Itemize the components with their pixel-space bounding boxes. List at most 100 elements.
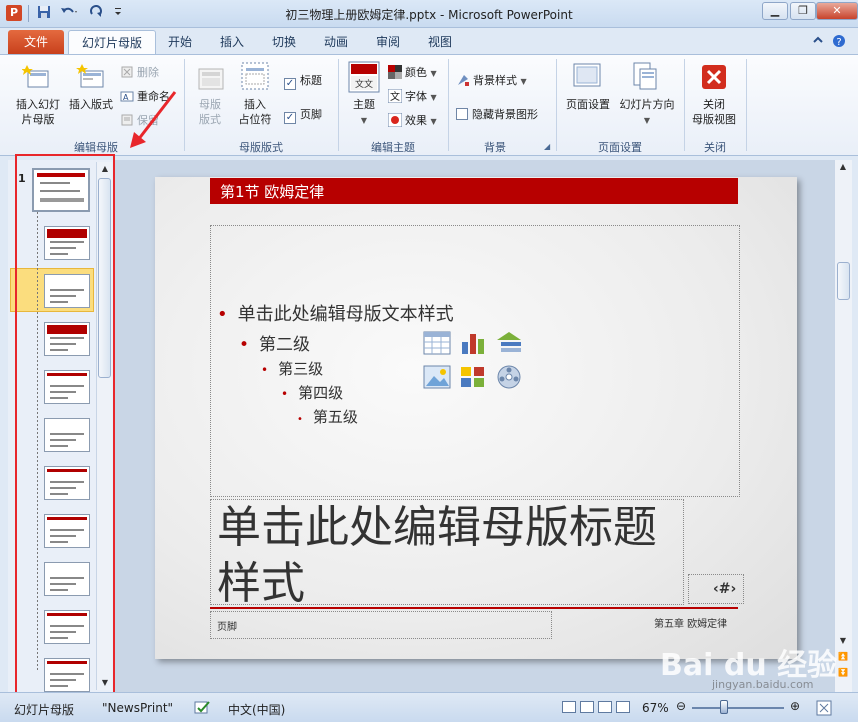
title-check-icon: ✓ xyxy=(284,78,296,90)
background-styles-label: 背景样式 xyxy=(473,74,517,87)
minimize-icon[interactable]: ▁ xyxy=(762,2,788,20)
picture-icon[interactable] xyxy=(423,364,451,390)
tab-insert[interactable]: 插入 xyxy=(212,30,252,54)
watermark-url: jingyan.baidu.com xyxy=(712,678,814,691)
ribbon-tab-bar: 文件 幻灯片母版 开始 插入 切换 动画 审阅 视图 ? xyxy=(0,28,858,54)
master-layout-button[interactable]: 母版 版式 xyxy=(190,97,230,127)
delete-button[interactable]: 删除 xyxy=(120,65,159,80)
close-icon[interactable]: ✕ xyxy=(816,2,858,20)
colors-icon xyxy=(388,65,402,79)
bullet-text-1: 单击此处编辑母版文本样式 xyxy=(237,304,454,325)
spell-check-icon[interactable] xyxy=(194,700,212,716)
group-separator xyxy=(684,59,685,151)
slide-master-canvas[interactable]: 第1节 欧姆定律 • 单击此处编辑母版文本样式 • 第二级 • 第三级 • 第四级 • 第… xyxy=(155,177,797,659)
tab-animations[interactable]: 动画 xyxy=(316,30,356,54)
minimize-ribbon-icon[interactable] xyxy=(812,34,824,49)
status-language[interactable]: 中文(中国) xyxy=(228,701,285,718)
tab-home[interactable]: 开始 xyxy=(160,30,200,54)
slide-show-view-icon[interactable] xyxy=(616,701,630,713)
window-title: 初三物理上册欧姆定律.pptx - Microsoft PowerPoint xyxy=(285,8,573,22)
page-setup-icon xyxy=(572,61,602,91)
bullet-level-5: • 第五级 xyxy=(297,408,358,426)
hide-bg-graphics-label: 隐藏背景图形 xyxy=(472,108,538,121)
background-styles-button[interactable]: 背景样式 ▼ xyxy=(456,73,527,89)
fit-to-window-icon[interactable] xyxy=(816,700,832,716)
svg-text:文: 文 xyxy=(390,90,400,103)
bullet-level-2: • 第二级 xyxy=(239,335,311,355)
group-label-background: 背景 xyxy=(484,141,506,154)
insert-slide-master-icon xyxy=(21,63,52,93)
effects-icon xyxy=(388,113,402,127)
footer-placeholder[interactable]: 页脚 xyxy=(210,611,552,639)
slide-banner-text: 第1节 欧姆定律 xyxy=(220,183,325,201)
slide-sorter-view-icon[interactable] xyxy=(580,701,594,713)
group-label-close: 关闭 xyxy=(704,141,726,154)
group-label-edit-theme: 编辑主题 xyxy=(371,141,415,154)
table-icon[interactable] xyxy=(423,330,451,356)
zoom-slider-knob[interactable] xyxy=(720,700,729,714)
title-bar: P 初三物理上册欧姆定律.pptx - Microsoft PowerPoint… xyxy=(0,0,858,28)
tab-file[interactable]: 文件 xyxy=(8,30,64,54)
slide-scrollbar[interactable]: ▲ ▼ ⏫ ⏬ xyxy=(834,160,852,692)
reading-view-icon[interactable] xyxy=(598,701,612,713)
hide-background-graphics-checkbox[interactable]: 隐藏背景图形 xyxy=(456,107,538,122)
scroll-up-icon[interactable]: ▲ xyxy=(835,160,851,174)
body-text-placeholder[interactable]: • 单击此处编辑母版文本样式 • 第二级 • 第三级 • 第四级 • 第五级 xyxy=(210,225,740,497)
bullet-text-3: 第三级 xyxy=(278,360,324,378)
zoom-slider-track[interactable] xyxy=(692,707,784,709)
zoom-in-icon[interactable]: ⊕ xyxy=(790,699,800,713)
bullet-text-5: 第五级 xyxy=(312,408,358,426)
footer-checkbox[interactable]: ✓ 页脚 xyxy=(284,107,322,124)
page-setup-button[interactable]: 页面设置 xyxy=(562,97,614,112)
effects-button[interactable]: 效果 ▼ xyxy=(388,113,437,129)
background-dialog-launcher-icon[interactable]: ◢ xyxy=(544,142,550,151)
title-checkbox-label: 标题 xyxy=(300,74,322,87)
svg-text:?: ? xyxy=(836,37,841,48)
insert-slide-master-button[interactable]: 插入幻灯 片母版 xyxy=(10,97,66,127)
delete-label: 删除 xyxy=(137,66,159,79)
slide-scroll-thumb[interactable] xyxy=(837,262,850,300)
fonts-button[interactable]: 文字体 ▼ xyxy=(388,89,437,105)
themes-button[interactable]: 主题 ▼ xyxy=(344,97,384,128)
status-bar: 幻灯片母版 "NewsPrint" 中文(中国) 67% ⊖ ⊕ xyxy=(0,692,858,722)
help-icon[interactable]: ? xyxy=(832,34,846,51)
status-view-name: 幻灯片母版 xyxy=(14,703,75,717)
group-separator xyxy=(556,59,557,151)
group-separator xyxy=(746,59,747,151)
title-checkbox[interactable]: ✓ 标题 xyxy=(284,73,322,90)
tab-transitions[interactable]: 切换 xyxy=(264,30,304,54)
footer-text: 页脚 xyxy=(217,622,237,633)
close-master-view-button[interactable]: 关闭 母版视图 xyxy=(688,97,740,127)
tab-view[interactable]: 视图 xyxy=(420,30,460,54)
colors-button[interactable]: 颜色 ▼ xyxy=(388,65,437,81)
insert-layout-button[interactable]: 插入版式 xyxy=(64,97,118,112)
group-separator xyxy=(338,59,339,151)
zoom-level[interactable]: 67% xyxy=(642,701,669,715)
tab-review[interactable]: 审阅 xyxy=(368,30,408,54)
background-styles-icon xyxy=(458,75,469,86)
chart-icon[interactable] xyxy=(459,330,487,356)
slide-orientation-label: 幻灯片方向 xyxy=(619,98,675,111)
zoom-out-icon[interactable]: ⊖ xyxy=(676,699,686,713)
bullet-level-3: • 第三级 xyxy=(261,360,324,378)
tab-slide-master[interactable]: 幻灯片母版 xyxy=(68,30,156,54)
next-slide-icon[interactable]: ⏬ xyxy=(835,666,851,680)
insert-placeholder-button[interactable]: 插入 占位符 xyxy=(230,97,280,127)
slide-orientation-button[interactable]: 幻灯片方向 ▼ xyxy=(616,97,678,128)
normal-view-icon[interactable] xyxy=(562,701,576,713)
bullet-text-2: 第二级 xyxy=(259,335,311,355)
title-placeholder[interactable]: 单击此处编辑母版标题样式 xyxy=(210,499,684,609)
scroll-down-icon[interactable]: ▼ xyxy=(835,634,851,648)
footer-checkbox-label: 页脚 xyxy=(300,108,322,121)
slide-number-text: ‹#› xyxy=(713,581,737,597)
media-icon[interactable] xyxy=(495,364,523,390)
previous-slide-icon[interactable]: ⏫ xyxy=(835,650,851,664)
master-layout-icon xyxy=(196,65,226,95)
restore-icon[interactable]: ❐ xyxy=(790,2,816,20)
bullet-text-4: 第四级 xyxy=(298,384,344,402)
close-master-view-icon xyxy=(700,63,730,93)
themes-label: 主题 xyxy=(353,98,375,111)
smartart-icon[interactable] xyxy=(495,330,523,356)
slide-number-placeholder[interactable]: ‹#› xyxy=(688,574,744,604)
clipart-icon[interactable] xyxy=(459,364,487,390)
